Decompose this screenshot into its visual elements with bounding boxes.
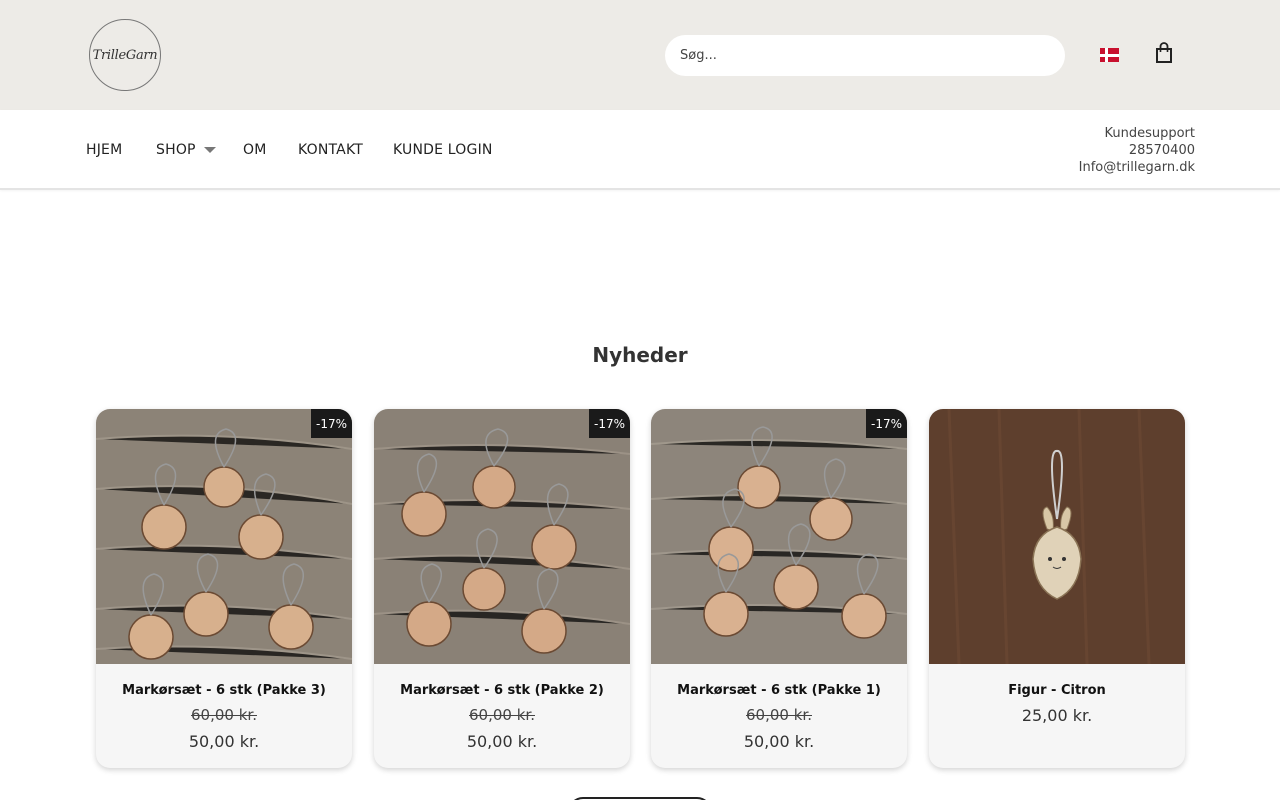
support-email[interactable]: Info@trillegarn.dk (1079, 159, 1195, 176)
nav-label: HJEM (86, 142, 123, 158)
nav-label: OM (243, 142, 267, 158)
product-image[interactable] (651, 409, 907, 664)
product-old-price: 60,00 kr. (191, 706, 257, 724)
product-image[interactable] (96, 409, 352, 664)
logo-text: TrilleGarn (92, 47, 158, 63)
nav-item-hjem[interactable]: HJEM (86, 142, 122, 158)
product-title[interactable]: Figur - Citron (929, 683, 1185, 698)
site-logo[interactable]: TrilleGarn (89, 19, 161, 91)
product-price: 50,00 kr. (466, 732, 538, 751)
product-price: 50,00 kr. (743, 732, 815, 751)
support-label: Kundesupport (1104, 126, 1195, 141)
discount-badge: -17% (866, 409, 907, 438)
customer-support-info: Kundesupport 28570400 Info@trillegarn.dk (1079, 125, 1195, 176)
product-title[interactable]: Markørsæt - 6 stk (Pakke 2) (374, 683, 630, 698)
product-card[interactable]: -17% Markørsæt - 6 stk (Pakke 3) 60,00 k… (96, 409, 352, 768)
nav-item-kontakt[interactable]: KONTAKT (298, 142, 363, 158)
search-input[interactable] (665, 35, 1065, 76)
discount-badge: -17% (311, 409, 352, 438)
product-price: 50,00 kr. (188, 732, 260, 751)
product-image[interactable] (374, 409, 630, 664)
product-old-price: 60,00 kr. (746, 706, 812, 724)
section-title: Nyheder (592, 343, 688, 367)
product-old-price: 60,00 kr. (469, 706, 535, 724)
product-price: 25,00 kr. (1021, 706, 1093, 725)
shopping-bag-icon[interactable] (1154, 42, 1174, 64)
product-title[interactable]: Markørsæt - 6 stk (Pakke 1) (651, 683, 907, 698)
discount-badge: -17% (589, 409, 630, 438)
product-title[interactable]: Markørsæt - 6 stk (Pakke 3) (96, 683, 352, 698)
site-header: TrilleGarn (0, 0, 1280, 110)
nav-item-shop[interactable]: SHOP (156, 142, 216, 158)
nav-label: KONTAKT (298, 142, 363, 158)
product-card[interactable]: Figur - Citron 25,00 kr. (929, 409, 1185, 768)
main-navigation: HJEM SHOP OM KONTAKT KUNDE LOGIN Kundesu… (0, 110, 1280, 190)
product-card[interactable]: -17% Markørsæt - 6 stk (Pakke 1) 60,00 k… (651, 409, 907, 768)
nav-item-kunde-login[interactable]: KUNDE LOGIN (393, 142, 493, 158)
denmark-flag-icon[interactable] (1100, 48, 1119, 62)
product-image[interactable] (929, 409, 1185, 664)
caret-down-icon (203, 147, 216, 153)
product-card[interactable]: -17% Markørsæt - 6 stk (Pakke 2) 60,00 k… (374, 409, 630, 768)
nav-label: KUNDE LOGIN (393, 142, 493, 158)
nav-label: SHOP (156, 142, 196, 158)
support-phone[interactable]: 28570400 (1079, 142, 1195, 159)
nav-item-om[interactable]: OM (243, 142, 267, 158)
